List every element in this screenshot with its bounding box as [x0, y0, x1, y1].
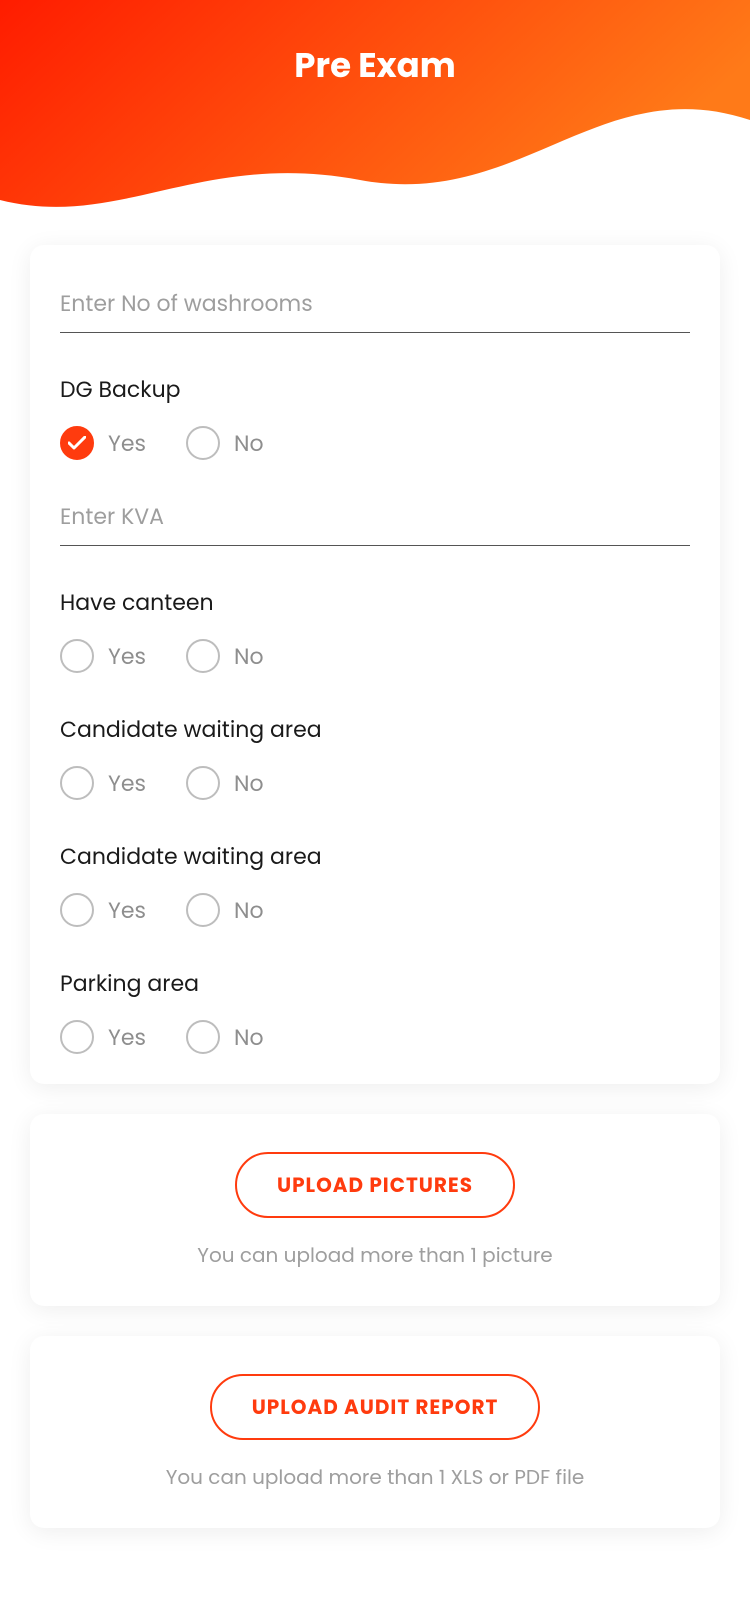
waiting1-no-option[interactable]: No: [186, 766, 264, 800]
waiting1-yes-option[interactable]: Yes: [60, 766, 146, 800]
radio-empty-icon: [186, 426, 220, 460]
radio-label: Yes: [108, 640, 146, 673]
parking-radio-group: Yes No: [60, 1020, 690, 1054]
waiting2-no-option[interactable]: No: [186, 893, 264, 927]
upload-report-button[interactable]: UPLOAD AUDIT REPORT: [210, 1374, 541, 1440]
radio-empty-icon: [186, 893, 220, 927]
canteen-yes-option[interactable]: Yes: [60, 639, 146, 673]
radio-empty-icon: [186, 1020, 220, 1054]
kva-input[interactable]: [60, 488, 690, 546]
upload-pictures-card: UPLOAD PICTURES You can upload more than…: [30, 1114, 720, 1306]
dg-backup-no-option[interactable]: No: [186, 426, 264, 460]
parking-no-option[interactable]: No: [186, 1020, 264, 1054]
waiting1-radio-group: Yes No: [60, 766, 690, 800]
parking-label: Parking area: [60, 967, 690, 1000]
header-wave: [0, 0, 750, 230]
radio-label: No: [234, 894, 264, 927]
form-card: DG Backup Yes No Have canteen Yes No: [30, 245, 720, 1084]
radio-label: No: [234, 640, 264, 673]
radio-label: No: [234, 427, 264, 460]
radio-selected-icon: [60, 426, 94, 460]
radio-label: Yes: [108, 767, 146, 800]
radio-empty-icon: [60, 766, 94, 800]
waiting2-radio-group: Yes No: [60, 893, 690, 927]
radio-empty-icon: [186, 639, 220, 673]
canteen-radio-group: Yes No: [60, 639, 690, 673]
radio-empty-icon: [186, 766, 220, 800]
upload-report-card: UPLOAD AUDIT REPORT You can upload more …: [30, 1336, 720, 1528]
canteen-label: Have canteen: [60, 586, 690, 619]
radio-label: Yes: [108, 1021, 146, 1054]
radio-label: No: [234, 767, 264, 800]
dg-backup-radio-group: Yes No: [60, 426, 690, 460]
radio-label: Yes: [108, 894, 146, 927]
radio-label: Yes: [108, 427, 146, 460]
waiting2-label: Candidate waiting area: [60, 840, 690, 873]
dg-backup-label: DG Backup: [60, 373, 690, 406]
page-title: Pre Exam: [0, 40, 750, 91]
waiting1-label: Candidate waiting area: [60, 713, 690, 746]
radio-label: No: [234, 1021, 264, 1054]
radio-empty-icon: [60, 639, 94, 673]
upload-report-hint: You can upload more than 1 XLS or PDF fi…: [60, 1462, 690, 1492]
canteen-no-option[interactable]: No: [186, 639, 264, 673]
waiting2-yes-option[interactable]: Yes: [60, 893, 146, 927]
upload-pictures-hint: You can upload more than 1 picture: [60, 1240, 690, 1270]
washrooms-input[interactable]: [60, 275, 690, 333]
dg-backup-yes-option[interactable]: Yes: [60, 426, 146, 460]
upload-pictures-button[interactable]: UPLOAD PICTURES: [235, 1152, 515, 1218]
radio-empty-icon: [60, 1020, 94, 1054]
radio-empty-icon: [60, 893, 94, 927]
parking-yes-option[interactable]: Yes: [60, 1020, 146, 1054]
